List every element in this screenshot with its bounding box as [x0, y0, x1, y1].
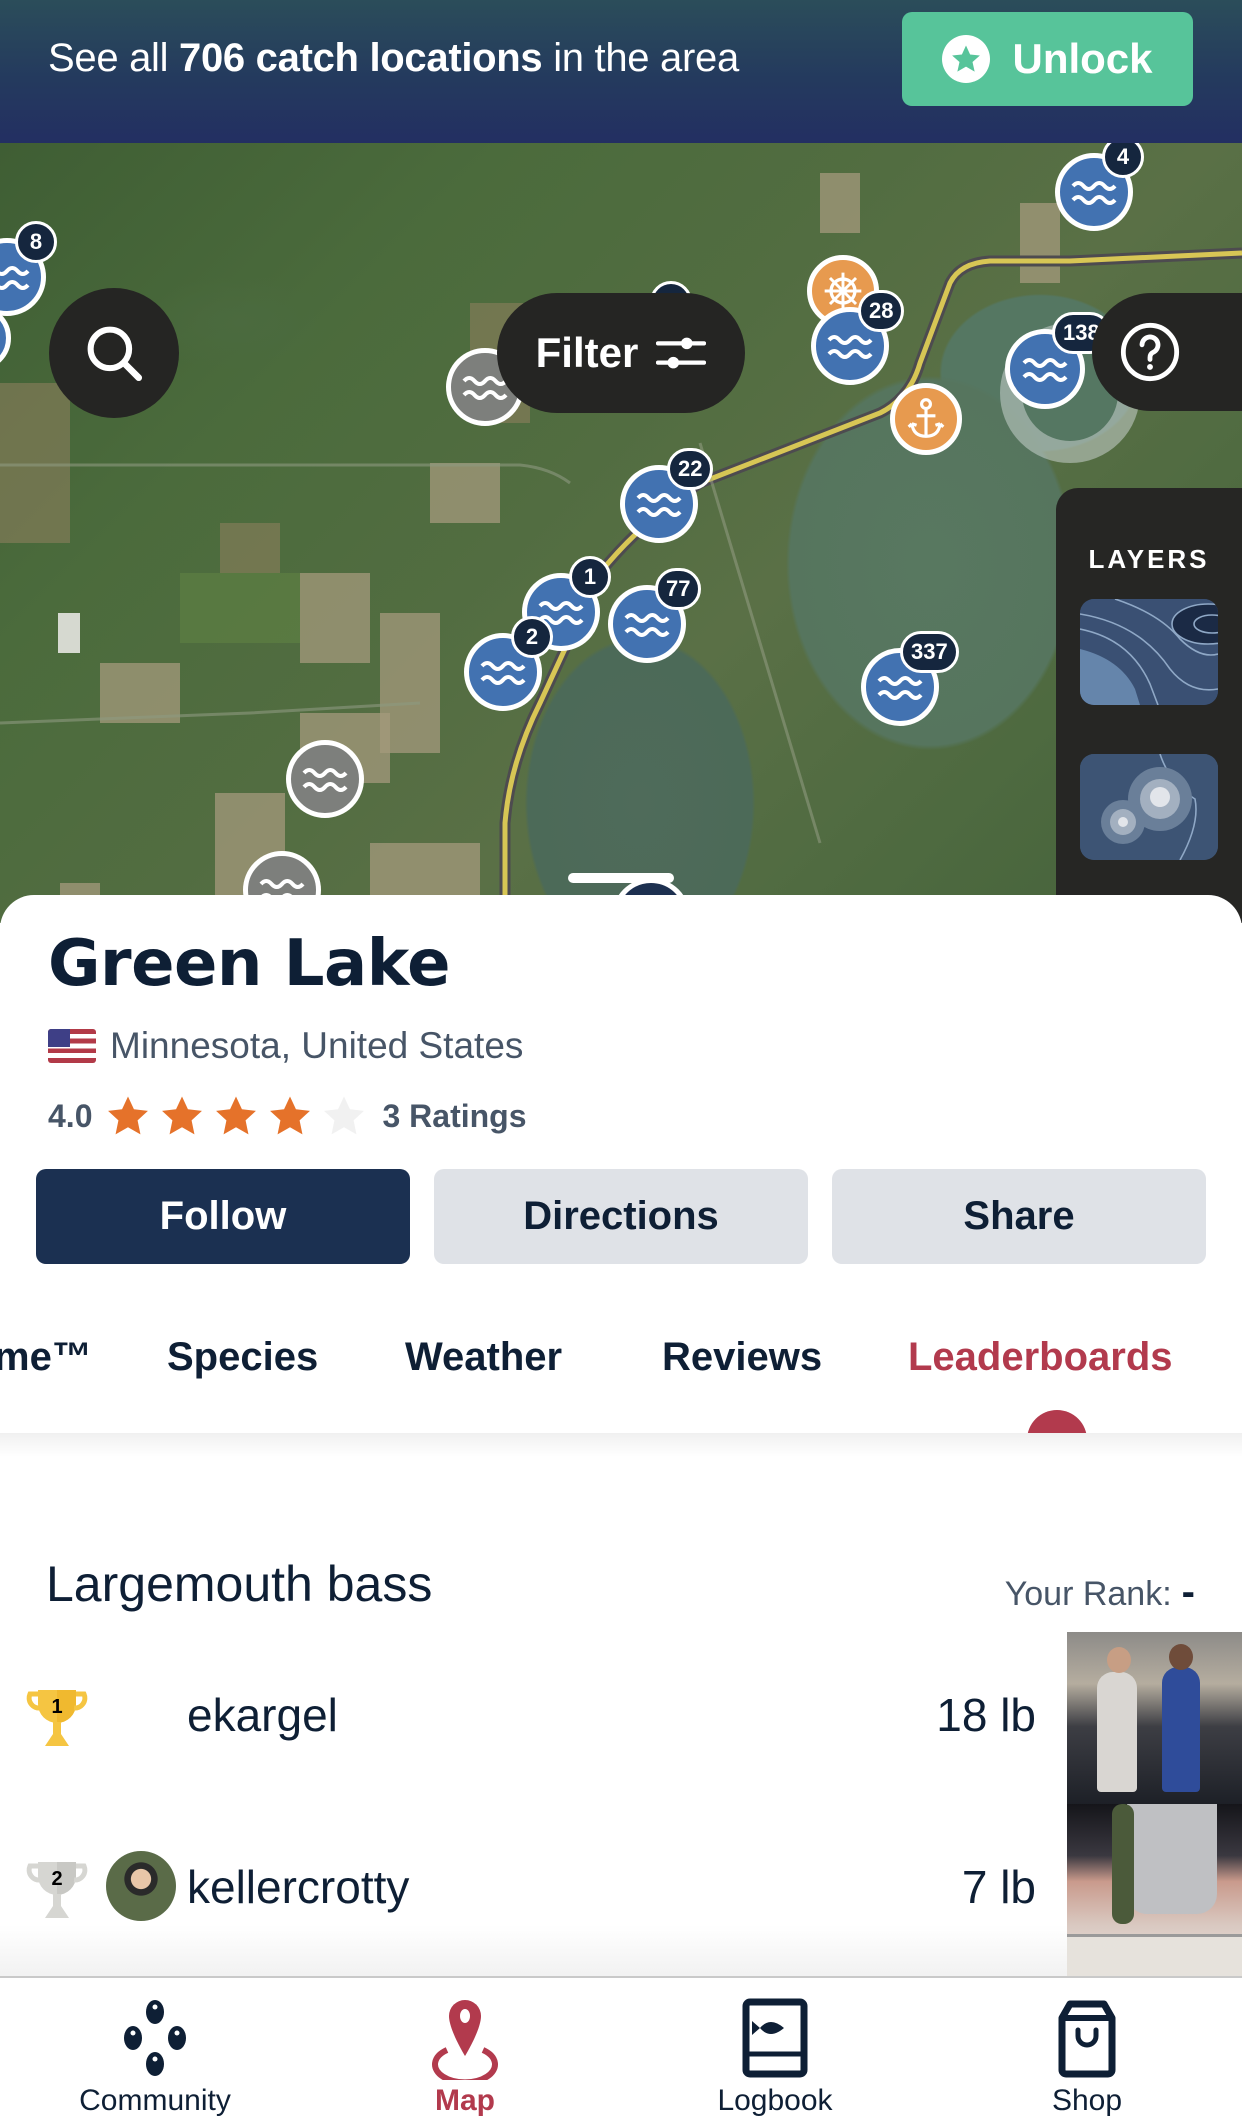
layer-heatmap-button[interactable] — [1080, 754, 1218, 860]
nav-map-label: Map — [435, 2084, 495, 2117]
tab-bitetime[interactable]: me™ — [0, 1335, 92, 1380]
place-sheet: Green Lake Minnesota, United States 4.0 … — [0, 895, 1242, 1976]
leaderboard-weight: 18 lb — [936, 1689, 1036, 1741]
banner-text: See all 706 catch locations in the area — [48, 36, 739, 81]
silver-trophy-icon: 2 — [26, 1862, 88, 1918]
layer-contour-button[interactable] — [1080, 599, 1218, 705]
directions-label: Directions — [523, 1194, 719, 1238]
cluster-count-badge: 2 — [511, 616, 553, 658]
tab-reviews[interactable]: Reviews — [662, 1335, 822, 1380]
catch-photo[interactable] — [1067, 1632, 1242, 1804]
follow-label: Follow — [159, 1194, 287, 1238]
unlock-button[interactable]: Unlock — [902, 12, 1193, 106]
bottom-navigation: Community Map Logbook Shop — [0, 1976, 1242, 2124]
rating-stars — [104, 1093, 368, 1139]
star-filled-icon — [108, 1096, 149, 1135]
help-icon — [1120, 322, 1180, 382]
ratings-count: 3 Ratings — [382, 1097, 527, 1134]
directions-button[interactable]: Directions — [434, 1169, 808, 1264]
place-location: Minnesota, United States — [48, 1025, 523, 1067]
cluster-count-badge: 337 — [900, 631, 959, 673]
place-title: Green Lake — [48, 927, 450, 1001]
map-pin-icon — [425, 1998, 505, 2080]
community-icon — [115, 1998, 195, 2078]
sheet-drag-handle[interactable] — [568, 873, 674, 883]
help-button[interactable] — [1092, 293, 1242, 411]
star-filled-icon — [270, 1096, 311, 1135]
banner-text-prefix: See all — [48, 36, 180, 80]
leaderboard-species-title: Largemouth bass — [46, 1556, 433, 1612]
nav-map[interactable]: Map — [310, 1978, 620, 2124]
sliders-icon — [656, 337, 707, 369]
nav-community-label: Community — [79, 2084, 231, 2117]
search-icon — [87, 326, 143, 382]
your-rank-value: - — [1181, 1570, 1195, 1614]
boat-ramp-marker[interactable] — [890, 383, 962, 455]
gold-trophy-icon: 1 — [26, 1690, 88, 1746]
cluster-count-badge: 77 — [655, 568, 702, 610]
share-label: Share — [963, 1194, 1075, 1238]
search-button[interactable] — [49, 288, 179, 418]
nav-community[interactable]: Community — [0, 1978, 310, 2124]
location-text: Minnesota, United States — [110, 1025, 524, 1066]
anchor-icon — [907, 398, 945, 438]
layers-panel: LAYERS — [1056, 488, 1242, 923]
place-tabs: me™ Species Weather Reviews Leaderboards — [0, 1315, 1242, 1470]
heatmap-icon — [1080, 754, 1218, 860]
follow-button[interactable]: Follow — [36, 1169, 410, 1264]
cluster-count-badge: 1 — [569, 556, 611, 598]
leaderboard-username[interactable]: kellercrotty — [187, 1860, 409, 1914]
tab-weather[interactable]: Weather — [405, 1335, 562, 1380]
banner-text-suffix: in the area — [542, 36, 739, 80]
your-rank: Your Rank: - — [1005, 1570, 1195, 1615]
nav-logbook-label: Logbook — [717, 2084, 833, 2117]
star-filled-icon — [216, 1096, 257, 1135]
leaderboard-username[interactable]: ekargel — [187, 1688, 338, 1742]
star-filled-icon — [162, 1096, 203, 1135]
svg-text:2: 2 — [51, 1868, 62, 1890]
unlock-label: Unlock — [1012, 35, 1153, 82]
catch-cluster-marker[interactable]: 2 — [464, 616, 553, 711]
catch-cluster-marker[interactable]: 138 — [1005, 312, 1111, 409]
cluster-count-badge: 28 — [858, 290, 905, 332]
star-badge-icon — [942, 35, 991, 83]
catch-cluster-marker[interactable]: 4 — [1055, 143, 1144, 231]
nav-shop-label: Shop — [1051, 2084, 1123, 2117]
nav-logbook[interactable]: Logbook — [620, 1978, 930, 2124]
leaderboard-weight: 7 lb — [961, 1861, 1036, 1913]
cluster-count-badge: 22 — [667, 448, 714, 490]
tab-species[interactable]: Species — [167, 1335, 318, 1380]
layers-title: LAYERS — [1088, 544, 1210, 574]
svg-text:1: 1 — [51, 1696, 62, 1718]
upsell-banner: See all 706 catch locations in the area … — [0, 0, 1242, 143]
leaderboard-row[interactable]: 1 ekargel 18 lb — [0, 1668, 1060, 1788]
place-rating[interactable]: 4.0 3 Ratings — [48, 1093, 527, 1139]
contour-icon — [1080, 599, 1218, 705]
catch-cluster-marker[interactable]: 22 — [620, 448, 714, 543]
nav-shop[interactable]: Shop — [932, 1978, 1242, 2124]
catch-cluster-marker[interactable]: 77 — [608, 568, 702, 663]
us-flag-icon — [48, 1029, 96, 1063]
inactive-water-marker[interactable] — [286, 740, 364, 818]
share-button[interactable]: Share — [832, 1169, 1206, 1264]
list-fade — [0, 1925, 1067, 1976]
banner-text-bold: 706 catch locations — [179, 36, 543, 80]
rating-value: 4.0 — [48, 1097, 93, 1134]
map-view[interactable]: 8 7 28 138 4 22 1 2 77 — [0, 143, 1242, 923]
cluster-count-badge: 8 — [15, 221, 57, 263]
user-avatar[interactable] — [106, 1851, 176, 1921]
catch-photo[interactable] — [1067, 1804, 1242, 1976]
tabs-shadow — [0, 1433, 1242, 1457]
shop-bag-icon — [1047, 1998, 1127, 2078]
filter-label: Filter — [535, 329, 639, 376]
your-rank-label: Your Rank: — [1004, 1575, 1172, 1613]
catch-cluster-marker[interactable]: 337 — [861, 631, 959, 726]
logbook-icon — [735, 1998, 815, 2078]
catch-cluster-marker[interactable]: 28 — [811, 290, 905, 385]
star-empty-icon — [324, 1096, 365, 1135]
filter-button[interactable]: Filter — [497, 293, 745, 413]
tab-leaderboards[interactable]: Leaderboards — [908, 1335, 1173, 1380]
